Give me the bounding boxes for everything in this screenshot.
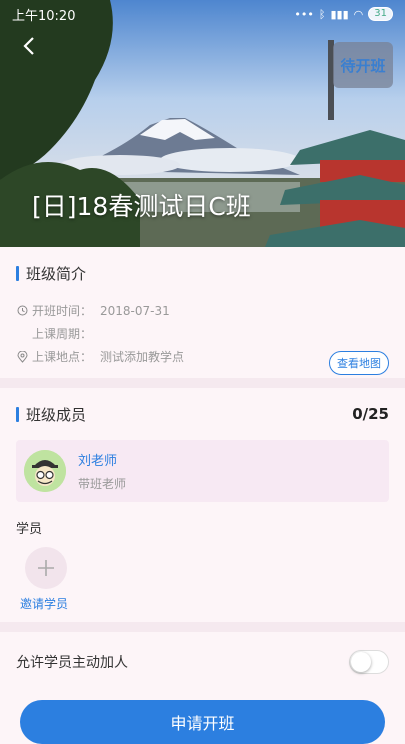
teacher-role: 带班老师 <box>78 477 127 491</box>
status-bar: 上午10:20 ••• ᛒ ▮▮▮ ◠ 31 <box>0 0 405 28</box>
member-count: 0/25 <box>352 405 389 423</box>
location-label: 上课地点： <box>32 350 93 364</box>
teacher-info: 刘老师 带班老师 <box>78 450 126 492</box>
allow-join-row: 允许学员主动加人 <box>0 632 405 692</box>
members-title: 班级成员 <box>26 405 87 424</box>
section-marker <box>16 406 19 422</box>
members-header: 班级成员 0/25 <box>0 388 405 440</box>
allow-join-toggle[interactable] <box>349 650 389 674</box>
teacher-avatar <box>24 450 66 492</box>
intro-title: 班级简介 <box>26 264 87 283</box>
more-icon: ••• <box>294 7 314 21</box>
view-map-button[interactable]: 查看地图 <box>329 351 389 375</box>
header-banner: 上午10:20 ••• ᛒ ▮▮▮ ◠ 31 待开班 [日]18春测试日C班 <box>0 0 405 247</box>
apply-open-class-button[interactable]: 申请开班 <box>20 700 385 744</box>
location-pin-icon <box>16 350 28 363</box>
allow-join-label: 允许学员主动加人 <box>16 655 128 671</box>
students-label: 学员 <box>16 522 43 537</box>
teacher-name: 刘老师 <box>78 454 118 469</box>
battery-icon: 31 <box>368 7 393 21</box>
status-time: 上午10:20 <box>12 8 76 24</box>
location-value: 测试添加教学点 <box>100 350 185 364</box>
signal-icon: ▮▮▮ <box>330 7 349 21</box>
wifi-icon: ◠ <box>353 7 364 21</box>
bluetooth-icon: ᛒ <box>318 7 326 21</box>
divider <box>0 378 405 388</box>
invite-student-label: 邀请学员 <box>20 597 69 611</box>
plus-icon[interactable] <box>25 547 67 589</box>
section-marker <box>16 265 19 281</box>
toggle-knob <box>351 652 371 672</box>
intro-details: 开班时间： 2018-07-31 上课周期： 上课地点： 测试添加教学点 查看地… <box>0 299 405 378</box>
start-time-row: 开班时间： 2018-07-31 <box>16 299 389 322</box>
invite-student-button[interactable]: 邀请学员 <box>0 537 80 612</box>
start-time-value: 2018-07-31 <box>100 303 170 318</box>
start-time-label: 开班时间： <box>32 304 93 318</box>
cycle-label: 上课周期： <box>32 327 93 341</box>
class-intro-section: 班级简介 开班时间： 2018-07-31 上课周期： 上课地点： 测试添加教学… <box>0 247 405 378</box>
class-title: [日]18春测试日C班 <box>32 192 251 221</box>
status-icons: ••• ᛒ ▮▮▮ ◠ 31 <box>294 7 393 21</box>
teacher-card[interactable]: 刘老师 带班老师 <box>16 440 389 502</box>
intro-header: 班级简介 <box>0 247 405 299</box>
class-status-button[interactable]: 待开班 <box>333 42 393 88</box>
members-section: 班级成员 0/25 刘老师 带班老师 学员 邀请学员 <box>0 388 405 612</box>
divider <box>0 622 405 632</box>
cycle-row: 上课周期： <box>16 322 389 345</box>
back-icon[interactable] <box>20 36 40 56</box>
clock-icon <box>16 305 28 317</box>
